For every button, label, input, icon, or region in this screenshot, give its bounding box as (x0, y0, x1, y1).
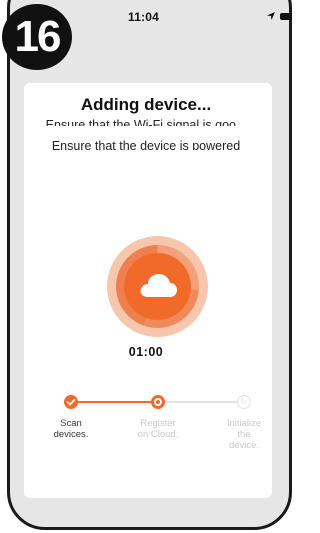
step-initialize-pending-icon: ↻ (237, 395, 251, 409)
progress-line-pending (158, 401, 244, 403)
cloud-icon (140, 274, 177, 297)
step-register-active-icon (151, 395, 165, 409)
countdown-timer: 01:00 (128, 345, 164, 359)
battery-icon (280, 13, 292, 20)
tip-device-powered: Ensure that the device is powered (51, 140, 241, 150)
tip-wifi-signal: Ensure that the Wi-Fi signal is goo... (45, 118, 247, 126)
checkmark-icon (66, 398, 76, 406)
page-title: Adding device... (80, 95, 212, 114)
progress-line-done (72, 401, 158, 403)
step-scan-check-icon (64, 395, 78, 409)
step-number-badge: 16 (2, 4, 72, 70)
step-label-register: Register on Cloud. (137, 418, 179, 440)
step-label-scan: Scan devices. (53, 418, 89, 440)
step-label-initialize: Initialize the device. (226, 418, 262, 451)
status-time: 11:04 (128, 10, 160, 24)
location-arrow-icon (267, 12, 275, 20)
